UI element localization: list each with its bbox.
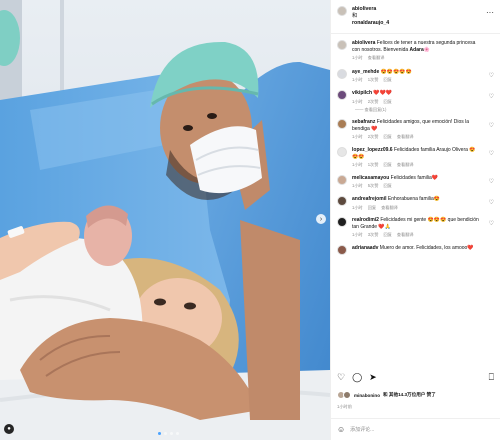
carousel-indicator: [158, 432, 179, 435]
liker-avatar: [343, 391, 351, 399]
caption-username[interactable]: abiolivera: [352, 40, 375, 46]
comment-likes[interactable]: 5次赞: [368, 183, 379, 190]
translate-link[interactable]: 查看翻译: [397, 162, 414, 169]
add-comment-bar[interactable]: ☺ 添加评论...: [331, 418, 500, 440]
comment-item: adrianaadv Muero de amor. Felicidades, l…: [337, 244, 494, 255]
commenter-avatar[interactable]: [337, 174, 347, 185]
translate-link[interactable]: 查看翻译: [397, 232, 414, 239]
comment-likes[interactable]: 1次赞: [368, 77, 379, 84]
caption: abiolivera Felices de tener a nuestra se…: [337, 40, 494, 62]
caption-name: Adara: [409, 46, 424, 53]
post-viewer: › ● abiolivera 和 ronaldaraujo_4 ··· abio…: [0, 0, 500, 440]
comment-item: vikipilch ❤️❤️❤️ 1小时 2次赞 回复 ♡: [337, 89, 494, 106]
pink-flower-emoji: 🌸: [423, 46, 430, 53]
post-actions-bar: ♡ ◯ ➤ ⎕: [337, 372, 494, 383]
likes-count-text[interactable]: 和 其他14.3万位用户 赞了: [383, 392, 436, 398]
comment-text: Felicidades familia❤️: [390, 174, 438, 181]
comment-username[interactable]: aye_mehde: [352, 69, 379, 75]
bookmark-icon[interactable]: ⎕: [489, 372, 494, 383]
comment-like-icon[interactable]: ♡: [489, 150, 494, 157]
commenter-avatar[interactable]: [337, 146, 347, 157]
commenter-avatar[interactable]: [337, 217, 347, 228]
comment-like-icon[interactable]: ♡: [489, 220, 494, 227]
comment-like-icon[interactable]: ♡: [489, 178, 494, 185]
comment-thread: vikipilch ❤️❤️❤️ 1小时 2次赞 回复 ♡ —— 查看回复(1): [337, 89, 494, 113]
author-avatar[interactable]: [337, 6, 347, 16]
comment-item: realrodimi2 Felicidades mi gente 😍😍😍 que…: [337, 217, 494, 239]
commenter-avatar[interactable]: [337, 119, 347, 130]
comments-list: abiolivera Felices de tener a nuestra se…: [331, 34, 500, 370]
comment-item: andreafrejomil Enhorabuena familia😍 1小时回…: [337, 195, 494, 212]
reply-link[interactable]: 回复: [383, 99, 391, 106]
comment-time: 1小时: [352, 98, 363, 104]
comment-likes[interactable]: 1次赞: [368, 162, 379, 169]
comment-item: lopez_lopezz09.6 Felicidades familia Ara…: [337, 146, 494, 169]
commenter-avatar[interactable]: [337, 68, 347, 79]
commenter-avatar[interactable]: [337, 244, 347, 255]
comment-time: 1小时: [352, 77, 363, 83]
post-time: 1小时前: [337, 404, 352, 409]
collaborator-username[interactable]: ronaldaraujo_4: [352, 20, 389, 27]
liker-username[interactable]: minabonino: [354, 393, 380, 398]
comment-like-icon[interactable]: ♡: [489, 93, 494, 100]
comment-likes[interactable]: 2次赞: [368, 99, 379, 106]
comment-time: 1小时: [352, 134, 363, 140]
comment-username[interactable]: andreafrejomil: [352, 196, 386, 202]
comment-time: 1小时: [352, 183, 363, 189]
reply-link[interactable]: 回复: [368, 205, 376, 212]
reply-link[interactable]: 回复: [383, 162, 391, 169]
comment-like-icon[interactable]: ♡: [489, 199, 494, 206]
comment-likes[interactable]: 3次赞: [368, 232, 379, 239]
comment-input[interactable]: 添加评论...: [350, 426, 374, 433]
comment-username[interactable]: melicasamayou: [352, 175, 389, 181]
view-replies-link[interactable]: —— 查看回复(1): [355, 107, 494, 113]
reply-link[interactable]: 回复: [383, 134, 391, 141]
comment-like-icon[interactable]: ♡: [489, 122, 494, 129]
post-details-panel: abiolivera 和 ronaldaraujo_4 ··· abiolive…: [330, 0, 500, 440]
comment-text: ❤️❤️❤️: [373, 89, 393, 96]
post-header: abiolivera 和 ronaldaraujo_4 ···: [331, 0, 500, 34]
comment-username[interactable]: adrianaadv: [352, 245, 378, 251]
share-icon[interactable]: ➤: [369, 372, 377, 383]
comment-text: Enhorabuena familia😍: [387, 195, 440, 202]
likes-summary[interactable]: minabonino 和 其他14.3万位用户 赞了: [337, 391, 436, 399]
comment-text: 😍😍😍😍😍: [380, 68, 412, 75]
translate-link[interactable]: 查看翻译: [397, 134, 414, 141]
tagged-users-icon[interactable]: ●: [4, 424, 14, 434]
header-connector: 和: [352, 13, 358, 19]
commenter-avatar[interactable]: [337, 89, 347, 100]
comment-item: aye_mehde 😍😍😍😍😍 1小时 1次赞 回复 ♡: [337, 68, 494, 84]
next-photo-button[interactable]: ›: [316, 214, 326, 224]
comment-time: 1小时: [352, 232, 363, 238]
post-photo[interactable]: › ●: [0, 0, 330, 440]
heart-icon[interactable]: ♡: [337, 372, 345, 383]
comment-username[interactable]: lopez_lopezz09.6: [352, 147, 393, 153]
commenter-avatar[interactable]: [337, 195, 347, 206]
comment-time: 1小时: [352, 204, 363, 210]
comment-icon[interactable]: ◯: [352, 372, 362, 383]
comment-time: 1小时: [352, 162, 363, 168]
translate-link[interactable]: 查看翻译: [381, 205, 398, 212]
comment-item: melicasamayou Felicidades familia❤️ 1小时 5…: [337, 174, 494, 190]
comment-likes[interactable]: 2次赞: [368, 134, 379, 141]
comment-username[interactable]: realrodimi2: [352, 217, 379, 223]
comment-item: sebafranz Felicidades amigos, que emoció…: [337, 119, 494, 141]
comment-username[interactable]: vikipilch: [352, 90, 372, 96]
reply-link[interactable]: 回复: [383, 77, 391, 84]
reply-link[interactable]: 回复: [383, 183, 391, 190]
emoji-icon[interactable]: ☺: [337, 425, 345, 434]
caption-time: 1小时: [352, 55, 363, 61]
newborn-family-photo: [0, 0, 330, 440]
author-username[interactable]: abiolivera: [352, 6, 376, 12]
reply-link[interactable]: 回复: [383, 232, 391, 239]
author-avatar-small[interactable]: [337, 40, 347, 50]
comment-text: Muero de amor. Felicidades, los amooo❤️: [379, 244, 474, 251]
more-options-icon[interactable]: ···: [486, 8, 494, 17]
caption-translate-link[interactable]: 查看翻译: [368, 55, 385, 62]
comment-username[interactable]: sebafranz: [352, 119, 375, 125]
comment-like-icon[interactable]: ♡: [489, 72, 494, 79]
